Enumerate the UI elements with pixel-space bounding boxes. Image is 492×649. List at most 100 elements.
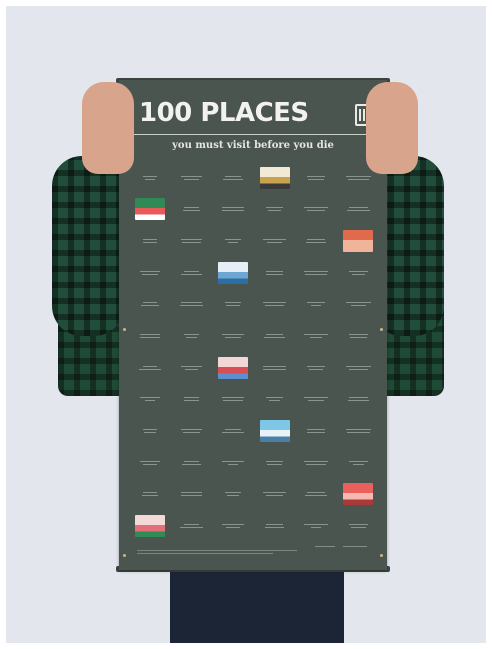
caption-line — [228, 242, 239, 244]
place-cell — [214, 447, 252, 479]
caption-line — [348, 207, 368, 209]
right-grommet — [380, 328, 383, 331]
caption-line — [345, 365, 371, 367]
caption-line — [263, 368, 287, 370]
caption-line — [307, 432, 326, 434]
caption-line — [180, 365, 202, 367]
caption-line — [227, 495, 240, 497]
place-cell — [214, 194, 252, 226]
caption-line — [307, 302, 326, 304]
place-cell — [131, 289, 169, 321]
place-cell — [256, 194, 294, 226]
photo-scene: 100 PLACES you must visit before you die — [6, 6, 486, 643]
place-cell — [131, 447, 169, 479]
caption-line — [349, 337, 367, 339]
right-hand — [366, 82, 418, 174]
caption-line — [225, 492, 242, 494]
caption-line — [307, 210, 326, 212]
caption-line — [183, 524, 199, 526]
caption-line — [183, 397, 199, 399]
caption-line — [144, 400, 155, 402]
caption-line — [181, 463, 201, 465]
caption-line — [304, 270, 329, 272]
caption-line — [266, 334, 284, 336]
caption-line — [348, 397, 368, 399]
caption-line — [307, 429, 326, 431]
caption-line — [311, 305, 322, 307]
place-cell — [214, 510, 252, 542]
place-cell — [173, 257, 211, 289]
caption-line — [308, 400, 325, 402]
place-cell — [173, 194, 211, 226]
place-cell — [173, 384, 211, 416]
caption-line — [304, 460, 329, 462]
caption-line — [307, 239, 326, 241]
place-cell — [298, 225, 336, 257]
caption-line — [222, 432, 245, 434]
caption-line — [347, 400, 369, 402]
caption-line — [143, 432, 156, 434]
caption-line — [351, 273, 365, 275]
caption-line — [266, 207, 284, 209]
caption-line — [222, 207, 245, 209]
caption-line — [222, 334, 245, 336]
caption-line — [307, 365, 326, 367]
caption-line — [142, 175, 157, 177]
caption-line — [180, 239, 202, 241]
place-cell — [173, 289, 211, 321]
place-cell — [339, 510, 377, 542]
place-cell — [339, 289, 377, 321]
place-cell — [131, 257, 169, 289]
place-cell — [131, 162, 169, 194]
place-cell — [173, 447, 211, 479]
caption-line — [305, 495, 328, 497]
left-hand — [82, 82, 134, 174]
caption-line — [263, 302, 287, 304]
caption-line — [142, 429, 157, 431]
caption-line — [267, 242, 283, 244]
caption-line — [142, 242, 157, 244]
left-arm — [52, 156, 124, 336]
place-cell — [173, 510, 211, 542]
caption-line — [185, 337, 197, 339]
place-cell — [131, 479, 169, 511]
place-cell — [298, 162, 336, 194]
caption-line — [183, 400, 199, 402]
caption-line — [139, 270, 160, 272]
caption-line — [142, 365, 157, 367]
caption-line — [311, 527, 322, 529]
place-cell — [131, 194, 169, 226]
building-illustration — [343, 483, 374, 506]
caption-line — [348, 368, 368, 370]
caption-line — [345, 302, 371, 304]
brand-mark-2 — [343, 546, 367, 547]
caption-line — [179, 305, 203, 307]
caption-line — [222, 524, 245, 526]
caption-line — [345, 429, 371, 431]
canyon-illustration — [134, 515, 165, 538]
caption-line — [181, 242, 201, 244]
place-cell — [256, 510, 294, 542]
place-cell — [256, 257, 294, 289]
caption-line — [346, 432, 370, 434]
caption-line — [180, 302, 202, 304]
caption-line — [268, 210, 282, 212]
caption-line — [304, 524, 329, 526]
caption-line — [138, 368, 161, 370]
place-cell — [214, 257, 252, 289]
place-cell — [256, 447, 294, 479]
mountain-illustration — [218, 261, 249, 284]
caption-line — [142, 492, 157, 494]
place-cell — [173, 352, 211, 384]
poster-title: 100 PLACES — [139, 98, 309, 128]
place-cell — [298, 352, 336, 384]
caption-line — [266, 524, 284, 526]
caption-line — [139, 397, 160, 399]
caption-line — [139, 337, 160, 339]
place-cell — [298, 320, 336, 352]
place-cell — [298, 479, 336, 511]
caption-line — [305, 273, 328, 275]
caption-line — [183, 460, 199, 462]
caption-line — [184, 368, 198, 370]
brand-mark — [315, 546, 335, 547]
